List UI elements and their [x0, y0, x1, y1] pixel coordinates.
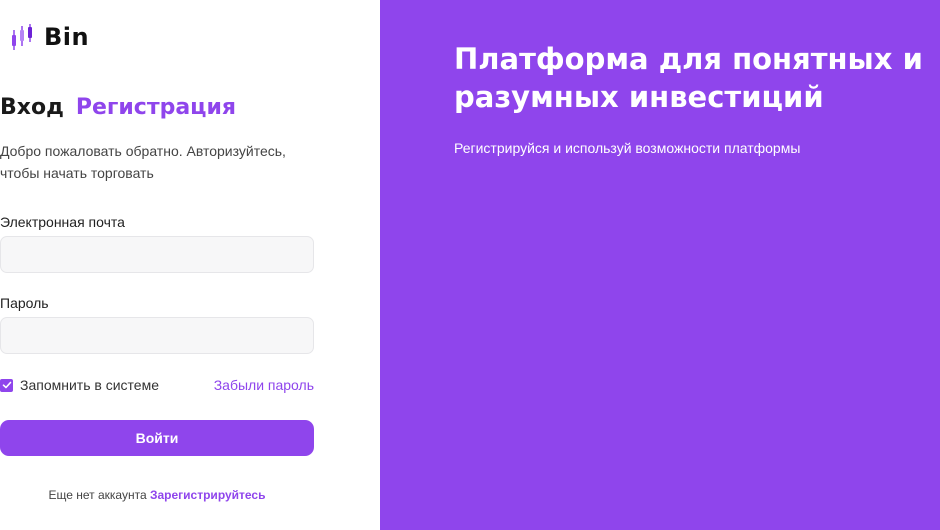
brand-name: Bin [44, 23, 90, 51]
remember-label: Запомнить в системе [20, 377, 159, 393]
password-input[interactable] [0, 317, 314, 354]
password-label: Пароль [0, 295, 49, 311]
no-account-text: Еще нет аккаунта [48, 488, 150, 502]
tab-login[interactable]: Вход [0, 95, 64, 120]
email-label: Электронная почта [0, 214, 125, 230]
welcome-subtitle: Добро пожаловать обратно. Авторизуйтесь,… [0, 143, 286, 181]
candlestick-logo-icon [12, 24, 32, 50]
brand-logo[interactable]: Bin [10, 22, 89, 52]
tab-register[interactable]: Регистрация [76, 95, 236, 120]
auth-tabs: Вход Регистрация [0, 95, 236, 120]
checkmark-icon [2, 381, 11, 389]
login-button[interactable]: Войти [0, 420, 314, 456]
remember-me-toggle[interactable]: Запомнить в системе [0, 377, 159, 393]
forgot-password-link[interactable]: Забыли пароль [214, 377, 314, 393]
hero-subtitle: Регистрируйся и используй возможности пл… [454, 140, 801, 156]
signup-prompt: Еще нет аккаунта Зарегистрируйтесь [0, 488, 314, 502]
auth-panel: Bin Вход Регистрация Добро пожаловать об… [0, 0, 380, 530]
hero-title: Платформа для понятных и разумных инвест… [454, 42, 923, 114]
promo-panel: Платформа для понятных и разумных инвест… [380, 0, 940, 530]
remember-checkbox[interactable] [0, 378, 13, 392]
email-input[interactable] [0, 236, 314, 273]
remember-row: Запомнить в системе Забыли пароль [0, 377, 314, 393]
signup-link[interactable]: Зарегистрируйтесь [150, 488, 266, 502]
